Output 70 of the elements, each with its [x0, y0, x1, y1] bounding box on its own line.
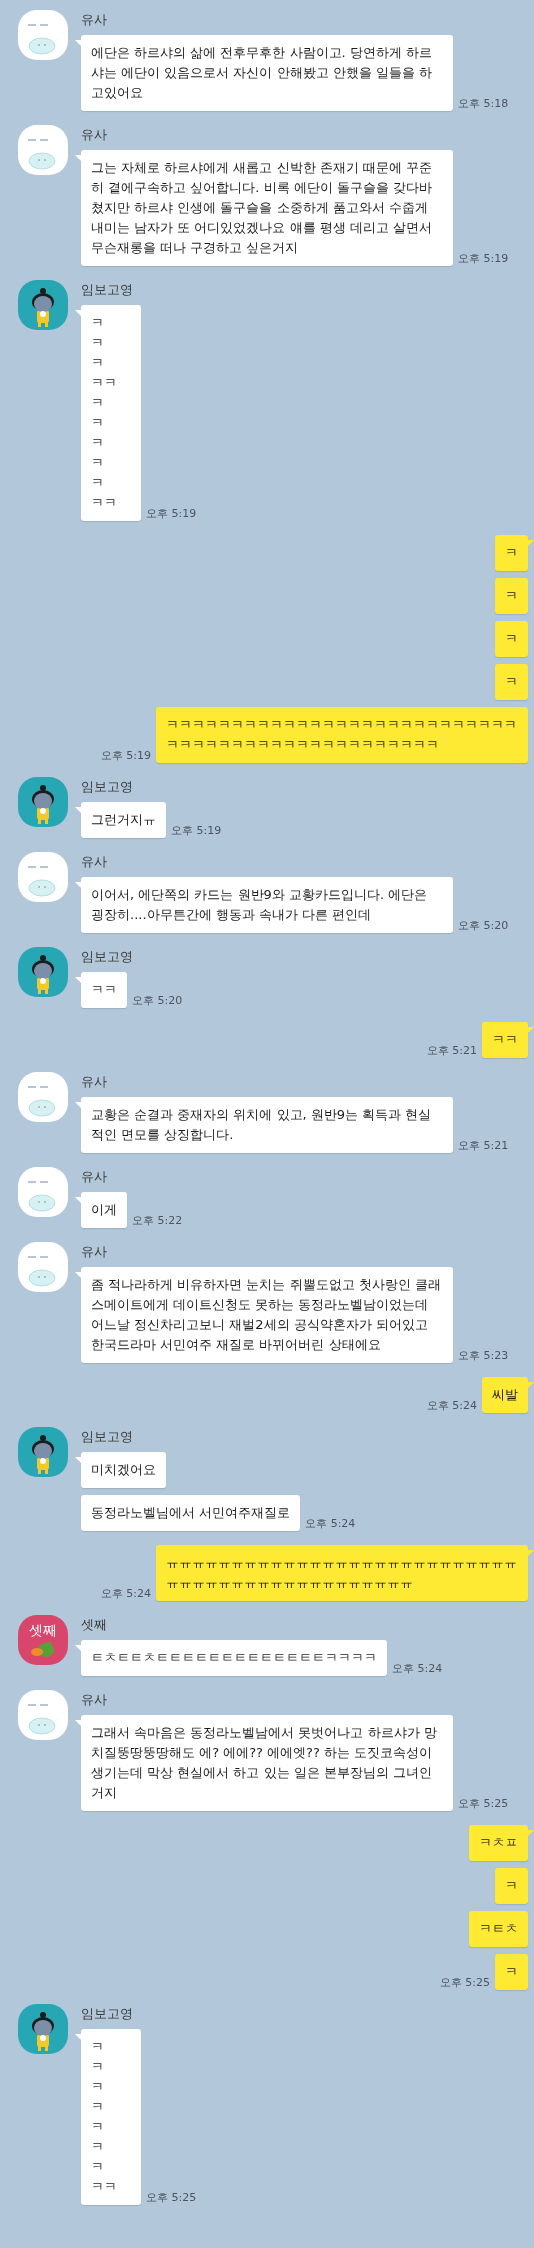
message-bubble: ㅋㅋ [482, 1022, 528, 1058]
message-time: 오후 5:18 [458, 97, 509, 111]
message-time: 오후 5:24 [392, 1662, 443, 1676]
message-time: 오후 5:19 [171, 824, 222, 838]
message-bubble: ㅠㅠㅠㅠㅠㅠㅠㅠㅠㅠㅠㅠㅠㅠㅠㅠㅠㅠㅠㅠㅠㅠㅠㅠㅠㅠㅠㅠㅠㅠㅠㅠㅠㅠㅠㅠㅠㅠㅠㅠㅠㅠㅠㅠㅠㅠ [156, 1545, 528, 1601]
message-bubble: 이게 [81, 1192, 127, 1228]
avatar [18, 947, 68, 997]
message-time: 오후 5:19 [100, 749, 151, 763]
sender-name: 셋째 [81, 1616, 107, 1634]
message-time: 오후 5:24 [100, 1587, 151, 1601]
message-bubble: 미치겠어요 [81, 1452, 166, 1488]
message-time: 오후 5:22 [132, 1214, 183, 1228]
sender-name: 유사 [81, 1073, 107, 1091]
message-bubble: 교황은 순결과 중재자의 위치에 있고, 원반9는 획득과 현실적인 면모를 상징합니다. [81, 1097, 453, 1153]
avatar [18, 852, 68, 902]
sender-name: 임보고영 [81, 778, 133, 796]
message-time: 오후 5:25 [146, 2191, 197, 2205]
message-time: 오후 5:25 [458, 1797, 509, 1811]
sender-name: 유사 [81, 1168, 107, 1186]
avatar [18, 1242, 68, 1292]
avatar [18, 1072, 68, 1122]
sender-name: 임보고영 [81, 2005, 133, 2023]
message-bubble: ㅋㅊㅍ [469, 1825, 528, 1861]
sender-name: 유사 [81, 853, 107, 871]
message-time: 오후 5:19 [146, 507, 197, 521]
message-bubble: ㅋ ㅋ ㅋ ㅋ ㅋ ㅋ ㅋ ㅋㅋ [81, 2029, 141, 2205]
message-bubble: 그래서 속마음은 동정라노벨남에서 못벗어나고 하르샤가 망치질뚱땅뚱땅해도 에? 에에?? 에에엣?? 하는 도짓코속성이 생기는데 막상 현실에서 하고 있는 일은 본부장님의 그녀인거지 [81, 1715, 453, 1811]
message-bubble: 씨발 [482, 1377, 528, 1413]
sender-name: 유사 [81, 1691, 107, 1709]
message-bubble: 그는 자체로 하르샤에게 새롭고 신박한 존재기 때문에 꾸준히 곁에구속하고 싶어합니다. 비록 에단이 돌구슬을 갖다바쳤지만 하르샤 인생에 돌구슬을 소중하게 품고와서 수줍게 내미는 남자가 또 어디있었겠나요 얘를 평생 데리고 살면서 무슨재롱을 떠나 구경하고 싶은거지 [81, 150, 453, 266]
message-time: 오후 5:21 [458, 1139, 509, 1153]
message-bubble: 동정라노벨님에서 서민여주재질로 [81, 1495, 301, 1531]
sender-name: 유사 [81, 11, 107, 29]
sender-name: 유사 [81, 1243, 107, 1261]
message-time: 오후 5:24 [305, 1517, 356, 1531]
message-time: 오후 5:24 [426, 1399, 477, 1413]
message-bubble: 좀 적나라하게 비유하자면 눈치는 쥐뿔도없고 첫사랑인 클래스메이트에게 데이트신청도 못하는 동정라노벨남이었는데 어느날 정신차리고보니 재벌2세의 공식약혼자가 되어있고 한국드라마 서민여주 재질로 바뀌어버린 상태에요 [81, 1267, 453, 1363]
message-bubble: ㅋㅋㅋㅋㅋㅋㅋㅋㅋㅋㅋㅋㅋㅋㅋㅋㅋㅋㅋㅋㅋㅋㅋㅋㅋㅋㅋㅋㅋㅋㅋㅋㅋㅋㅋㅋㅋㅋㅋㅋㅋㅋㅋㅋㅋㅋㅋㅋ [156, 707, 528, 763]
message-bubble: ㅋ [495, 578, 528, 614]
message-bubble: ㅋ [495, 664, 528, 700]
message-bubble: ㅋ [495, 621, 528, 657]
avatar-label: 셋째 [29, 1622, 57, 1638]
message-bubble: ㅋ [495, 1868, 528, 1904]
message-time: 오후 5:23 [458, 1349, 509, 1363]
message-time: 오후 5:19 [458, 252, 509, 266]
message-bubble: 이어서, 에단쪽의 카드는 원반9와 교황카드입니다. 에단은 굉장히....아무튼간에 행동과 속내가 다른 편인데 [81, 877, 453, 933]
sender-name: 유사 [81, 126, 107, 144]
message-bubble: ㅋㅋ [81, 972, 127, 1008]
message-bubble: ㅌㅊㅌㅌㅊㅌㅌㅌㅌㅌㅌㅌㅌㅌㅌㅌㅌㅌㅋㅋㅋㅋ [81, 1640, 387, 1676]
message-bubble: ㅋ [495, 535, 528, 571]
sender-name: 임보고영 [81, 281, 133, 299]
message-bubble: ㅋ [495, 1954, 528, 1990]
message-time: 오후 5:20 [132, 994, 183, 1008]
message-bubble: ㅋ ㅋ ㅋ ㅋㅋ ㅋ ㅋ ㅋ ㅋ ㅋ ㅋㅋ [81, 305, 141, 521]
message-bubble: 에단은 하르샤의 삶에 전후무후한 사람이고. 당연하게 하르샤는 에단이 있음으로서 자신이 안해봤고 안했을 일들을 하고있어요 [81, 35, 453, 111]
avatar [18, 1690, 68, 1740]
avatar [18, 125, 68, 175]
sender-name: 임보고영 [81, 1428, 133, 1446]
message-time: 오후 5:21 [426, 1044, 477, 1058]
avatar [18, 1167, 68, 1217]
avatar [18, 1427, 68, 1477]
message-time: 오후 5:25 [439, 1976, 490, 1990]
avatar [18, 10, 68, 60]
message-bubble: ㅋㅌㅊ [469, 1911, 528, 1947]
avatar [18, 777, 68, 827]
avatar [18, 280, 68, 330]
avatar [18, 2004, 68, 2054]
message-time: 오후 5:20 [458, 919, 509, 933]
message-bubble: 그런거지ㅠ [81, 802, 166, 838]
sender-name: 임보고영 [81, 948, 133, 966]
